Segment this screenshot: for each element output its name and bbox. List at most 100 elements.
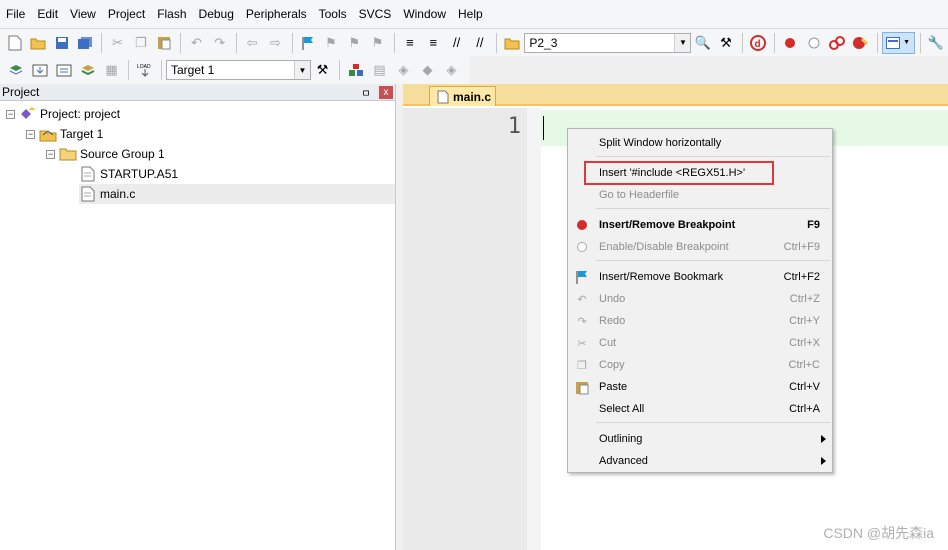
menu-item-undo[interactable]: ↶ Undo Ctrl+Z	[568, 288, 832, 310]
menu-tools[interactable]: Tools	[314, 4, 352, 24]
menu-item-copy[interactable]: ❐ Copy Ctrl+C	[568, 354, 832, 376]
menu-item-outlining[interactable]: Outlining	[568, 428, 832, 450]
nav-back-icon[interactable]: ⇦	[241, 32, 263, 54]
tree-item-file[interactable]: main.c	[79, 184, 395, 204]
toolbar-separator	[496, 32, 498, 53]
menu-flash[interactable]: Flash	[152, 4, 191, 24]
tree-item-source-group[interactable]: − Source Group 1	[46, 144, 165, 164]
file-icon	[79, 166, 97, 182]
menu-separator	[596, 208, 830, 209]
menu-item-cut[interactable]: ✂ Cut Ctrl+X	[568, 332, 832, 354]
paste-icon	[570, 376, 594, 398]
chevron-down-icon[interactable]: ▼	[294, 61, 310, 79]
toolbar-separator	[291, 32, 293, 53]
manage-components-icon[interactable]	[344, 59, 367, 81]
submenu-arrow-icon	[821, 435, 826, 443]
tree-label: Target 1	[60, 127, 104, 141]
copy-icon[interactable]: ❐	[130, 32, 152, 54]
menu-item-enable-disable-breakpoint[interactable]: Enable/Disable Breakpoint Ctrl+F9	[568, 236, 832, 258]
tree-item-target[interactable]: − Target 1	[26, 124, 103, 144]
menu-item-paste[interactable]: Paste Ctrl+V	[568, 376, 832, 398]
menu-separator	[596, 422, 830, 423]
menu-view[interactable]: View	[65, 4, 101, 24]
menu-file[interactable]: File	[1, 4, 30, 24]
nav-forward-icon[interactable]: ⇨	[264, 32, 286, 54]
menu-item-select-all[interactable]: Select All Ctrl+A	[568, 398, 832, 420]
chevron-down-icon[interactable]: ▼	[674, 33, 691, 52]
build-icon[interactable]	[28, 59, 51, 81]
target-options-icon[interactable]: ⚒	[311, 59, 334, 81]
prev-bookmark-icon[interactable]: ⚑	[320, 32, 342, 54]
target-combo-value: Target 1	[171, 63, 215, 77]
unindent-icon[interactable]: ≡	[422, 32, 444, 54]
configure-wrench-icon[interactable]: 🔧	[925, 32, 947, 54]
pack-installer-icon[interactable]: ◆	[416, 59, 439, 81]
cut-icon[interactable]: ✂	[106, 32, 128, 54]
menu-svcs[interactable]: SVCS	[354, 4, 397, 24]
find-in-files-icon[interactable]	[501, 32, 523, 54]
menu-item-insert-include[interactable]: Insert '#include <REGX51.H>'	[568, 162, 832, 184]
debug-session-icon[interactable]: d	[747, 32, 769, 54]
menu-window[interactable]: Window	[398, 4, 451, 24]
menu-item-advanced[interactable]: Advanced	[568, 450, 832, 472]
menu-separator	[596, 260, 830, 261]
breakpoint-icon[interactable]	[779, 32, 801, 54]
save-icon[interactable]	[51, 32, 73, 54]
menu-item-split-window[interactable]: Split Window horizontally	[568, 132, 832, 154]
menu-help[interactable]: Help	[453, 4, 488, 24]
open-folder-icon[interactable]	[27, 32, 49, 54]
menu-debug[interactable]: Debug	[194, 4, 239, 24]
paste-icon[interactable]	[153, 32, 175, 54]
rebuild-icon[interactable]	[52, 59, 75, 81]
bookmark-icon[interactable]	[296, 32, 318, 54]
breakpoint-disabled-icon[interactable]	[803, 32, 825, 54]
next-bookmark-icon[interactable]: ⚑	[343, 32, 365, 54]
window-layout-icon[interactable]: ▼	[881, 31, 915, 54]
menu-peripherals[interactable]: Peripherals	[241, 4, 312, 24]
kill-all-breakpoints-icon[interactable]	[849, 32, 871, 54]
redo-icon[interactable]: ↷	[209, 32, 231, 54]
menu-item-redo[interactable]: ↷ Redo Ctrl+Y	[568, 310, 832, 332]
comment-icon[interactable]: //	[445, 32, 467, 54]
tree-item-project[interactable]: − Project: project	[6, 104, 120, 124]
target-combo[interactable]: Target 1 ▼	[166, 60, 311, 80]
menu-item-go-to-headerfile[interactable]: Go to Headerfile	[568, 184, 832, 206]
collapse-icon[interactable]: −	[46, 149, 55, 159]
select-pack-icon[interactable]: ◈	[392, 59, 415, 81]
clear-bookmarks-icon[interactable]: ⚑	[366, 32, 388, 54]
stop-build-icon[interactable]: ▦	[100, 59, 123, 81]
menu-project[interactable]: Project	[103, 4, 150, 24]
breakpoint-margin[interactable]	[527, 108, 541, 550]
toolbar-separator	[774, 32, 776, 53]
menu-item-insert-remove-breakpoint[interactable]: Insert/Remove Breakpoint F9	[568, 214, 832, 236]
save-all-icon[interactable]	[74, 32, 96, 54]
tree-label: main.c	[100, 187, 136, 201]
uncomment-icon[interactable]: //	[469, 32, 491, 54]
menu-item-insert-remove-bookmark[interactable]: Insert/Remove Bookmark Ctrl+F2	[568, 266, 832, 288]
project-panel-header: Project ㅁ x	[0, 84, 395, 101]
indent-icon[interactable]: ≡	[399, 32, 421, 54]
pin-icon[interactable]: ㅁ	[359, 85, 373, 100]
tree-item-file[interactable]: STARTUP.A51	[79, 164, 178, 184]
download-load-icon[interactable]: LOAD	[133, 59, 156, 81]
collapse-icon[interactable]: −	[6, 109, 15, 119]
find-icon[interactable]: 🔍	[691, 32, 713, 54]
translate-icon[interactable]	[4, 59, 27, 81]
undo-icon[interactable]: ↶	[185, 32, 207, 54]
tab-main-c[interactable]: main.c	[429, 86, 496, 106]
manage-project-items-icon[interactable]: ▤	[368, 59, 391, 81]
close-icon[interactable]: x	[379, 85, 393, 99]
disable-all-breakpoints-icon[interactable]	[826, 32, 848, 54]
run-time-environment-icon[interactable]: ◈	[440, 59, 463, 81]
collapse-icon[interactable]: −	[26, 129, 35, 139]
batch-build-icon[interactable]	[76, 59, 99, 81]
new-file-icon[interactable]	[4, 32, 26, 54]
line-number-gutter: 1	[403, 108, 527, 550]
menu-separator	[596, 156, 830, 157]
incremental-find-icon[interactable]: ⚒	[715, 32, 737, 54]
toolbar-separator	[876, 32, 878, 53]
cut-icon: ✂	[577, 337, 587, 350]
submenu-arrow-icon	[821, 457, 826, 465]
find-combo[interactable]: P2_3 ▼	[524, 32, 692, 53]
menu-edit[interactable]: Edit	[32, 4, 63, 24]
